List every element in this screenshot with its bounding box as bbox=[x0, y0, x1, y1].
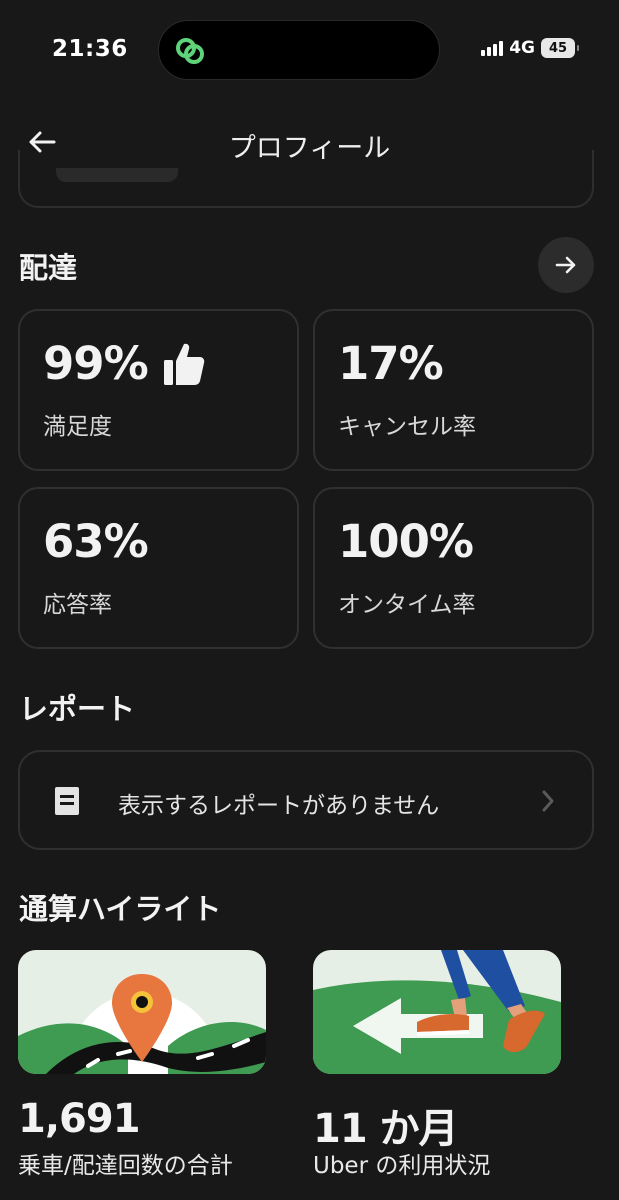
highlight-trips-label: 乗車/配達回数の合計 bbox=[18, 1153, 233, 1179]
battery-icon: 45 bbox=[541, 38, 579, 58]
stat-value: 99% bbox=[43, 337, 206, 390]
status-time: 21:36 bbox=[52, 36, 128, 62]
stat-value: 63% bbox=[43, 515, 149, 568]
status-bar: 21:36 4G 45 bbox=[0, 0, 619, 95]
chevron-right-icon bbox=[542, 790, 554, 812]
reports-section-title: レポート bbox=[19, 692, 136, 726]
reports-row[interactable]: 表示するレポートがありません bbox=[18, 750, 594, 850]
status-indicators: 4G 45 bbox=[481, 38, 579, 58]
stat-label: 応答率 bbox=[43, 592, 112, 618]
stat-card-response: 63% 応答率 bbox=[18, 487, 299, 649]
arrow-right-icon bbox=[555, 256, 576, 274]
highlights-section-title: 通算ハイライト bbox=[19, 892, 222, 926]
highlight-trips-value: 1,691 bbox=[18, 1096, 141, 1142]
delivery-section-title: 配達 bbox=[19, 251, 78, 285]
stat-label: オンタイム率 bbox=[338, 592, 476, 618]
highlight-months-label: Uber の利用状況 bbox=[313, 1153, 491, 1179]
stat-value: 100% bbox=[338, 515, 474, 568]
signal-icon bbox=[481, 40, 504, 56]
stat-label: キャンセル率 bbox=[338, 414, 476, 440]
reports-empty-text: 表示するレポートがありません bbox=[118, 793, 440, 819]
stat-label: 満足度 bbox=[43, 414, 112, 440]
map-pin-road-illustration bbox=[18, 950, 266, 1074]
document-icon bbox=[55, 787, 79, 815]
network-type: 4G bbox=[509, 38, 535, 58]
stat-value: 17% bbox=[338, 337, 444, 390]
stat-card-on-time: 100% オンタイム率 bbox=[313, 487, 594, 649]
dynamic-island bbox=[158, 20, 440, 80]
stat-value-text: 99% bbox=[43, 337, 149, 390]
link-icon bbox=[176, 38, 204, 64]
delivery-details-button[interactable] bbox=[538, 237, 594, 293]
previous-card-chip bbox=[56, 168, 178, 182]
thumbs-up-icon bbox=[163, 343, 204, 385]
stat-card-satisfaction: 99% 満足度 bbox=[18, 309, 299, 471]
walking-arrow-illustration bbox=[313, 950, 561, 1074]
stat-card-cancellation: 17% キャンセル率 bbox=[313, 309, 594, 471]
previous-card-edge bbox=[18, 150, 594, 208]
